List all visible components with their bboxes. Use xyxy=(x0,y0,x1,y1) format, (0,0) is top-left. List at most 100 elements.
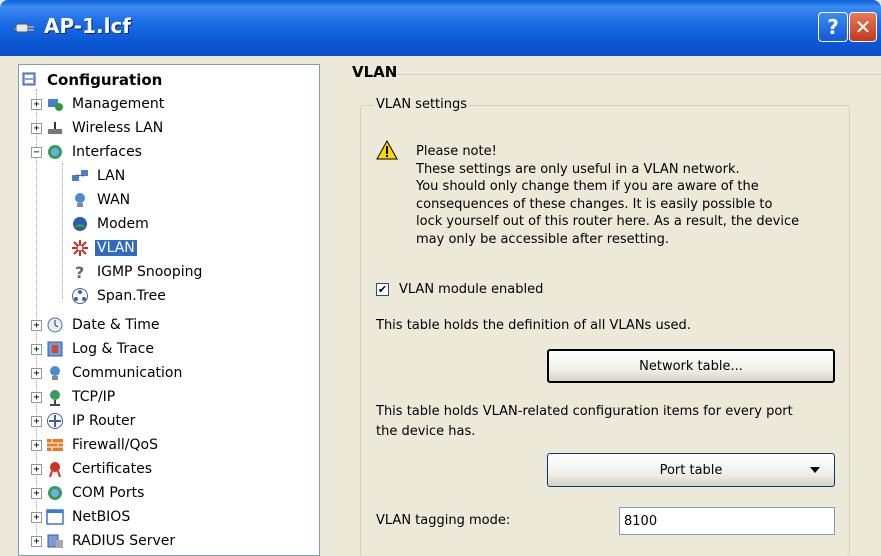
tree-item-certificates[interactable]: + Certificates xyxy=(31,457,154,481)
tree-item-netbios[interactable]: + NetBIOS xyxy=(31,505,132,529)
port-table-info: This table holds VLAN-related configurat… xyxy=(376,402,793,442)
expand-icon[interactable]: + xyxy=(31,319,42,331)
tree-item-log-trace[interactable]: + Log & Trace xyxy=(31,337,156,361)
modem-icon xyxy=(73,217,87,231)
interfaces-icon xyxy=(48,145,62,159)
management-icon xyxy=(48,99,63,111)
tree-item-interfaces[interactable]: − Interfaces xyxy=(31,140,144,164)
tree-item-label: Date & Time xyxy=(72,317,160,333)
expand-icon[interactable]: + xyxy=(31,122,42,134)
expand-icon[interactable]: + xyxy=(31,391,42,403)
tree-item-label: IGMP Snooping xyxy=(97,264,203,280)
note-line: Please note! xyxy=(416,144,497,159)
group-label: VLAN settings xyxy=(374,97,470,112)
close-button[interactable]: ✕ xyxy=(849,12,877,42)
port-table-button[interactable]: Port table xyxy=(547,453,835,487)
collapse-icon[interactable]: − xyxy=(31,146,42,158)
tree-item-wireless-lan[interactable]: + Wireless LAN xyxy=(31,116,165,140)
note-line: lock yourself out of this router here. A… xyxy=(416,214,800,229)
title-bar[interactable]: AP-1.lcf ? ✕ xyxy=(0,0,881,56)
help-button[interactable]: ? xyxy=(818,12,848,42)
tree-item-firewall-qos[interactable]: + Firewall/QoS xyxy=(31,433,160,457)
expand-icon[interactable]: + xyxy=(31,439,42,451)
tree-item-label: NetBIOS xyxy=(72,509,131,525)
tree-item-label: WAN xyxy=(97,192,131,208)
vlan-module-checkbox[interactable]: ✔ xyxy=(376,283,389,296)
tree-item-label: Interfaces xyxy=(72,144,142,160)
port-table-label: Port table xyxy=(659,462,723,478)
app-window: AP-1.lcf ? ✕ Configuration + Management … xyxy=(0,0,881,556)
question-icon: ? xyxy=(75,263,84,281)
tcpip-icon xyxy=(50,390,60,406)
info-line: the device has. xyxy=(376,424,476,439)
expand-icon[interactable]: + xyxy=(31,535,42,547)
configuration-icon xyxy=(22,72,36,86)
warning-note: Please note! These settings are only use… xyxy=(416,143,846,248)
tree-item-igmp-snooping[interactable]: ? IGMP Snooping xyxy=(71,260,204,284)
tree-item-radius-server[interactable]: + RADIUS Server xyxy=(31,529,177,553)
tree-item-vlan[interactable]: VLAN xyxy=(71,236,137,260)
tree-item-label: Management xyxy=(72,96,165,112)
config-tree[interactable]: Configuration + Management + Wireless LA… xyxy=(18,64,320,556)
tree-item-label: COM Ports xyxy=(72,485,145,501)
tagging-mode-input[interactable] xyxy=(619,507,835,535)
svg-text:?: ? xyxy=(75,263,84,281)
tree-item-label: LAN xyxy=(97,168,126,184)
tree-item-communication[interactable]: + Communication xyxy=(31,361,184,385)
network-table-button[interactable]: Network table... xyxy=(547,349,835,383)
expand-icon[interactable]: + xyxy=(31,511,42,523)
tree-item-date-time[interactable]: + Date & Time xyxy=(31,313,162,337)
span-tree-icon xyxy=(72,288,88,304)
com-ports-icon xyxy=(48,486,62,500)
tree-item-label: TCP/IP xyxy=(72,389,116,405)
window-title: AP-1.lcf xyxy=(44,14,132,38)
tree-item-lan[interactable]: LAN xyxy=(71,164,127,188)
wan-icon xyxy=(75,193,85,207)
clock-icon xyxy=(47,317,63,333)
communication-icon xyxy=(50,366,60,380)
tree-item-label: RADIUS Server xyxy=(72,533,176,549)
dropdown-arrow-icon[interactable] xyxy=(810,467,820,473)
tree-root-label: Configuration xyxy=(47,71,163,89)
plug-icon xyxy=(14,23,34,33)
network-table-info: This table holds the definition of all V… xyxy=(376,318,691,333)
tree-item-label: VLAN xyxy=(95,240,137,256)
checkbox-label: VLAN module enabled xyxy=(399,282,544,297)
expand-icon[interactable]: + xyxy=(31,343,42,355)
tree-item-label: Span.Tree xyxy=(97,288,166,304)
certificate-icon xyxy=(49,462,61,478)
lan-icon xyxy=(72,170,88,181)
expand-icon[interactable]: + xyxy=(31,487,42,499)
expand-icon[interactable]: + xyxy=(31,98,42,110)
tree-item-tcpip[interactable]: + TCP/IP xyxy=(31,385,117,409)
panel-title: VLAN xyxy=(352,63,398,81)
router-icon xyxy=(47,413,63,429)
tree-item-label: Communication xyxy=(72,365,183,381)
expand-icon[interactable]: + xyxy=(31,367,42,379)
tree-item-label: Log & Trace xyxy=(72,341,154,357)
firewall-icon xyxy=(47,439,63,451)
tree-item-com-ports[interactable]: + COM Ports xyxy=(31,481,146,505)
expand-icon[interactable]: + xyxy=(31,463,42,475)
note-line: may only be accessible after resetting. xyxy=(416,231,670,247)
netbios-icon xyxy=(46,509,64,525)
tree-item-ip-router[interactable]: + IP Router xyxy=(31,409,137,433)
tree-item-wan[interactable]: WAN xyxy=(71,188,132,212)
tree-item-label: Certificates xyxy=(72,461,153,477)
tree-item-modem[interactable]: Modem xyxy=(71,212,151,236)
note-line: These settings are only useful in a VLAN… xyxy=(416,161,740,177)
vlan-module-checkbox-row[interactable]: ✔ VLAN module enabled xyxy=(376,282,543,297)
title-divider xyxy=(396,74,881,75)
note-line: You should only change them if you are a… xyxy=(416,179,759,194)
tree-item-span-tree[interactable]: Span.Tree xyxy=(71,284,168,308)
wireless-lan-icon xyxy=(48,122,62,134)
vlan-icon xyxy=(72,240,88,256)
tree-item-label: Wireless LAN xyxy=(72,120,164,136)
expand-icon[interactable]: + xyxy=(31,415,42,427)
tree-item-label: Modem xyxy=(97,216,149,232)
tree-root[interactable]: Configuration xyxy=(21,68,164,92)
checkmark-icon: ✔ xyxy=(377,283,388,296)
tree-item-label: Firewall/QoS xyxy=(72,437,158,453)
tagging-mode-label: VLAN tagging mode: xyxy=(376,513,511,528)
tree-item-management[interactable]: + Management xyxy=(31,92,166,116)
